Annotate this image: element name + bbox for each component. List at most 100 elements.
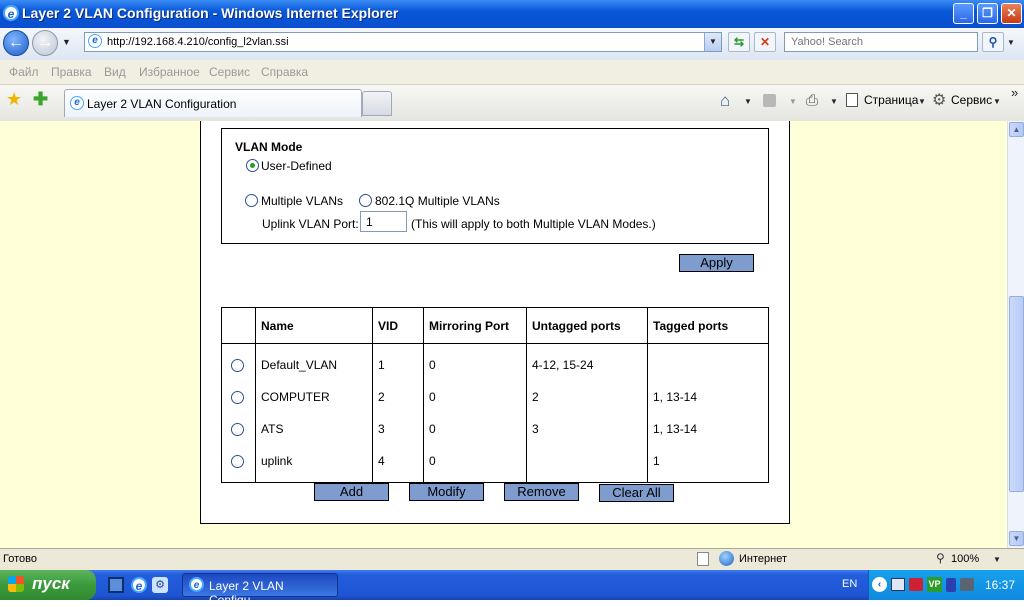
column-header-untagged: Untagged ports (526, 307, 648, 344)
security-zone-label: Интернет (739, 553, 787, 565)
scroll-down-button[interactable]: ▼ (1009, 531, 1024, 546)
taskbar-ie-window[interactable]: e Layer 2 VLAN Configu... (182, 573, 338, 607)
add-button[interactable]: Add (314, 483, 389, 501)
cell-vid: 2 (372, 381, 424, 413)
close-button[interactable]: ✕ (1001, 3, 1022, 24)
cell-name: uplink (255, 445, 373, 483)
menu-favorites[interactable]: Избранное (139, 65, 200, 79)
status-bar: Готово Интернет ⚲ 100% ▼ (0, 548, 1024, 570)
vlan-mode-heading: VLAN Mode (235, 140, 303, 154)
print-icon[interactable]: ⎙ (806, 92, 818, 109)
column-header-vid: VID (372, 307, 424, 344)
home-icon[interactable]: ⌂ (720, 91, 730, 111)
back-button[interactable]: ← (3, 30, 29, 56)
task-ie-icon: e (189, 577, 204, 592)
print-dropdown-icon[interactable]: ▼ (830, 97, 838, 106)
rss-feed-icon[interactable] (763, 94, 776, 107)
column-header-name: Name (255, 307, 373, 344)
tab-page-icon: e (70, 96, 84, 110)
row-select-radio[interactable] (231, 359, 244, 372)
dot1q-multiple-label: 802.1Q Multiple VLANs (375, 194, 500, 208)
start-button[interactable]: пуск (0, 570, 96, 600)
maximize-button[interactable]: ❐ (977, 3, 998, 24)
quicklaunch-ie-icon[interactable]: e (131, 577, 147, 593)
tab-label: Layer 2 VLAN Configuration (87, 97, 237, 111)
scroll-up-button[interactable]: ▲ (1009, 122, 1024, 137)
menu-help[interactable]: Справка (261, 65, 308, 79)
more-chevron-icon[interactable]: » (1011, 85, 1018, 100)
search-input[interactable] (789, 35, 973, 49)
cell-vid: 1 (372, 343, 424, 381)
table-row: COMPUTER 2 0 2 1, 13-14 (221, 381, 769, 413)
table-header-row: Name VID Mirroring Port Untagged ports T… (221, 307, 769, 344)
table-row: Default_VLAN 1 0 4-12, 15-24 (221, 343, 769, 381)
clock[interactable]: 16:37 (985, 578, 1015, 592)
zoom-dropdown-icon[interactable]: ▼ (993, 555, 1001, 564)
page-dropdown-icon[interactable]: ▼ (918, 97, 926, 106)
menu-view[interactable]: Вид (104, 65, 126, 79)
menu-bar: Файл Правка Вид Избранное Сервис Справка (0, 60, 1024, 85)
modify-button[interactable]: Modify (409, 483, 484, 501)
apply-button[interactable]: Apply (679, 254, 754, 272)
search-box[interactable] (784, 32, 978, 52)
cell-untagged: 2 (526, 381, 648, 413)
column-header-mirroring: Mirroring Port (423, 307, 527, 344)
new-tab-button[interactable] (362, 91, 392, 116)
tab-layer2-vlan[interactable]: e Layer 2 VLAN Configuration (64, 89, 362, 117)
menu-tools[interactable]: Сервис (209, 65, 250, 79)
tools-dropdown-icon[interactable]: ▼ (993, 97, 1001, 106)
radio-user-defined[interactable] (246, 159, 259, 172)
search-options-icon[interactable]: ▼ (1007, 38, 1015, 47)
address-dropdown-icon[interactable]: ▼ (704, 33, 721, 51)
tools-menu[interactable]: Сервис (951, 93, 992, 107)
uplink-port-input[interactable] (360, 211, 407, 232)
quicklaunch-terminal-icon[interactable] (108, 577, 124, 593)
row-select-radio[interactable] (231, 423, 244, 436)
internet-globe-icon (719, 551, 734, 566)
address-url[interactable]: http://192.168.4.210/config_l2vlan.ssi (107, 36, 289, 48)
add-favorite-icon[interactable]: ✚ (33, 89, 48, 110)
page-status-icon (697, 552, 709, 566)
clear-all-button[interactable]: Clear All (599, 484, 674, 502)
page-menu[interactable]: Страница (864, 93, 918, 107)
history-dropdown-icon[interactable]: ▼ (62, 37, 71, 47)
start-label: пуск (32, 574, 70, 593)
status-text: Готово (3, 553, 37, 565)
tray-network-icon[interactable] (891, 578, 905, 591)
favorites-star-icon[interactable]: ★ (6, 89, 22, 110)
table-row: uplink 4 0 1 (221, 445, 769, 483)
zoom-level[interactable]: 100% (951, 553, 979, 565)
scroll-thumb[interactable] (1009, 296, 1024, 492)
forward-button[interactable]: → (32, 30, 58, 56)
cell-untagged: 3 (526, 413, 648, 445)
cell-tagged (647, 343, 769, 381)
cell-tagged: 1 (647, 445, 769, 483)
tray-expand-icon[interactable]: ‹ (872, 577, 887, 592)
tray-monitor-icon[interactable] (960, 578, 974, 591)
minimize-button[interactable]: _ (953, 3, 974, 24)
cell-name: ATS (255, 413, 373, 445)
cell-mirroring: 0 (423, 343, 527, 381)
language-indicator[interactable]: EN (842, 578, 857, 590)
row-select-radio[interactable] (231, 455, 244, 468)
vertical-scrollbar[interactable]: ▲ ▼ (1007, 121, 1024, 548)
row-select-radio[interactable] (231, 391, 244, 404)
cell-mirroring: 0 (423, 445, 527, 483)
home-dropdown-icon[interactable]: ▼ (744, 97, 752, 106)
quicklaunch-app-icon[interactable]: ⚙ (152, 577, 168, 593)
menu-file[interactable]: Файл (9, 65, 39, 79)
radio-multiple-vlans[interactable] (245, 194, 258, 207)
taskbar: пуск e ⚙ e Layer 2 VLAN Configu... EN ‹ … (0, 570, 1024, 607)
cell-mirroring: 0 (423, 381, 527, 413)
search-button[interactable]: ⚲ (982, 32, 1004, 52)
address-bar[interactable]: e http://192.168.4.210/config_l2vlan.ssi… (84, 32, 722, 52)
refresh-button[interactable]: ⇆ (728, 32, 750, 52)
tray-device-icon[interactable] (946, 578, 956, 592)
tray-vpn-icon[interactable]: VP (927, 577, 942, 592)
stop-button[interactable]: ✕ (754, 32, 776, 52)
radio-8021q-multiple[interactable] (359, 194, 372, 207)
tools-gear-icon: ⚙ (932, 92, 947, 109)
remove-button[interactable]: Remove (504, 483, 579, 501)
menu-edit[interactable]: Правка (51, 65, 92, 79)
tray-antivirus-icon[interactable] (909, 578, 923, 591)
